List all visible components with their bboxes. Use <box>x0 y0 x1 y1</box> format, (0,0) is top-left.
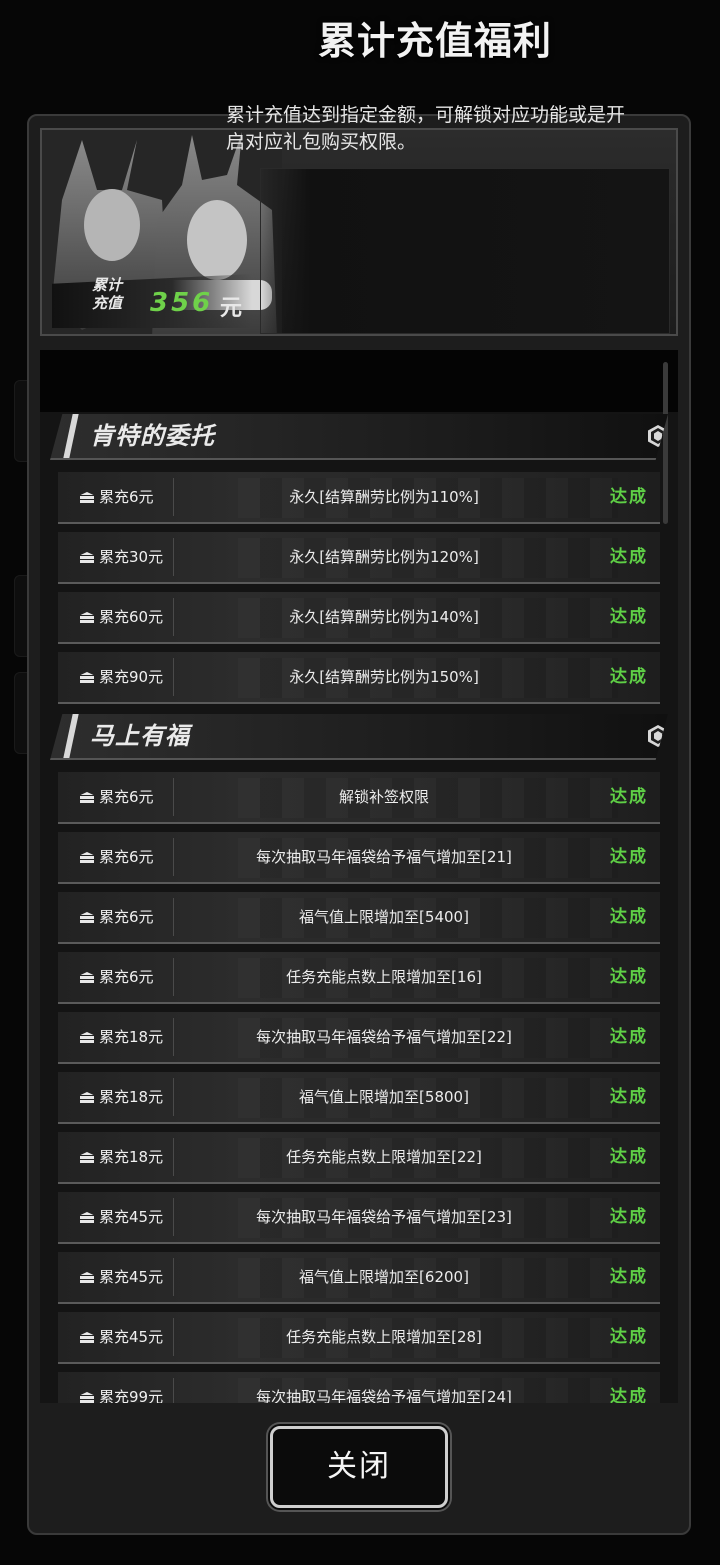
amount-unit: 元 <box>220 296 243 321</box>
amount-value: 356 <box>150 288 214 318</box>
section-header: 马上有福 <box>50 714 668 760</box>
reward-description: 福气值上限增加至[5800] <box>299 1088 469 1106</box>
requirement-label: 累充6元 <box>80 832 154 882</box>
dialog-title: 累计充值福利 <box>317 19 552 63</box>
reward-description: 永久[结算酬劳比例为150%] <box>289 668 479 686</box>
reward-row: 累充18元 任务充能点数上限增加至[22] 达成 <box>58 1132 660 1184</box>
benefits-list[interactable]: 肯特的委托 累充6元 永久[结算酬劳比例为110%] 达成 累充30元 永久[结… <box>40 350 678 1403</box>
collapse-hex-icon[interactable] <box>648 725 668 747</box>
status-achieved: 达成 <box>610 1387 648 1403</box>
section-bar <box>63 714 79 758</box>
status-achieved: 达成 <box>610 787 648 807</box>
reward-row: 累充45元 任务充能点数上限增加至[28] 达成 <box>58 1312 660 1364</box>
reward-description: 任务充能点数上限增加至[16] <box>286 968 482 986</box>
requirement-label: 累充45元 <box>80 1312 163 1362</box>
reward-description: 永久[结算酬劳比例为110%] <box>289 488 479 506</box>
reward-description: 每次抽取马年福袋给予福气增加至[22] <box>256 1028 512 1046</box>
requirement-label: 累充30元 <box>80 532 163 582</box>
reward-row: 累充45元 福气值上限增加至[6200] 达成 <box>58 1252 660 1304</box>
status-achieved: 达成 <box>610 1327 648 1347</box>
requirement-label: 累充6元 <box>80 472 154 522</box>
reward-row: 累充18元 每次抽取马年福袋给予福气增加至[22] 达成 <box>58 1012 660 1064</box>
section-title: 马上有福 <box>90 722 190 750</box>
section-bar <box>63 414 79 458</box>
status-achieved: 达成 <box>610 1147 648 1167</box>
requirement-label: 累充90元 <box>80 652 163 702</box>
requirement-label: 累充99元 <box>80 1372 163 1403</box>
reward-row: 累充30元 永久[结算酬劳比例为120%] 达成 <box>58 532 660 584</box>
dialog-description: 累计充值达到指定金额，可解锁对应功能或是开启对应礼包购买权限。 <box>226 104 626 153</box>
reward-description: 任务充能点数上限增加至[28] <box>286 1328 482 1346</box>
list-top-spacer <box>40 350 678 412</box>
reward-row: 累充90元 永久[结算酬劳比例为150%] 达成 <box>58 652 660 704</box>
requirement-label: 累充45元 <box>80 1252 163 1302</box>
status-achieved: 达成 <box>610 1027 648 1047</box>
reward-description: 福气值上限增加至[5400] <box>299 908 469 926</box>
reward-row: 累充45元 每次抽取马年福袋给予福气增加至[23] 达成 <box>58 1192 660 1244</box>
status-achieved: 达成 <box>610 547 648 567</box>
requirement-label: 累充60元 <box>80 592 163 642</box>
reward-row: 累充6元 任务充能点数上限增加至[16] 达成 <box>58 952 660 1004</box>
status-achieved: 达成 <box>610 607 648 627</box>
scrollbar[interactable] <box>663 362 668 524</box>
section-header: 肯特的委托 <box>50 414 668 460</box>
status-achieved: 达成 <box>610 1267 648 1287</box>
requirement-label: 累充6元 <box>80 892 154 942</box>
reward-row: 累充6元 永久[结算酬劳比例为110%] 达成 <box>58 472 660 524</box>
reward-description: 永久[结算酬劳比例为140%] <box>289 608 479 626</box>
requirement-label: 累充18元 <box>80 1132 163 1182</box>
dialog-header: 累计 充值 356 元 <box>40 128 678 336</box>
requirement-label: 累充18元 <box>80 1072 163 1122</box>
reward-row: 累充6元 每次抽取马年福袋给予福气增加至[21] 达成 <box>58 832 660 884</box>
reward-row: 累充6元 解锁补签权限 达成 <box>58 772 660 824</box>
requirement-label: 累充6元 <box>80 952 154 1002</box>
reward-row: 累充99元 每次抽取马年福袋给予福气增加至[24] 达成 <box>58 1372 660 1403</box>
status-achieved: 达成 <box>610 1087 648 1107</box>
status-achieved: 达成 <box>610 967 648 987</box>
status-achieved: 达成 <box>610 847 648 867</box>
description-box <box>260 168 670 334</box>
reward-row: 累充60元 永久[结算酬劳比例为140%] 达成 <box>58 592 660 644</box>
status-achieved: 达成 <box>610 907 648 927</box>
reward-description: 永久[结算酬劳比例为120%] <box>289 548 479 566</box>
reward-description: 每次抽取马年福袋给予福气增加至[24] <box>256 1388 512 1403</box>
status-achieved: 达成 <box>610 667 648 687</box>
reward-row: 累充6元 福气值上限增加至[5400] 达成 <box>58 892 660 944</box>
requirement-label: 累充18元 <box>80 1012 163 1062</box>
amount-label: 累计 充值 <box>92 276 123 312</box>
reward-description: 解锁补签权限 <box>338 788 429 806</box>
reward-row: 累充18元 福气值上限增加至[5800] 达成 <box>58 1072 660 1124</box>
reward-description: 福气值上限增加至[6200] <box>299 1268 469 1286</box>
status-achieved: 达成 <box>610 1207 648 1227</box>
close-button[interactable]: 关闭 <box>270 1426 448 1508</box>
requirement-label: 累充6元 <box>80 772 154 822</box>
requirement-label: 累充45元 <box>80 1192 163 1242</box>
reward-description: 每次抽取马年福袋给予福气增加至[23] <box>256 1208 512 1226</box>
reward-description: 任务充能点数上限增加至[22] <box>286 1148 482 1166</box>
reward-description: 每次抽取马年福袋给予福气增加至[21] <box>256 848 512 866</box>
section-title: 肯特的委托 <box>90 422 215 450</box>
status-achieved: 达成 <box>610 487 648 507</box>
